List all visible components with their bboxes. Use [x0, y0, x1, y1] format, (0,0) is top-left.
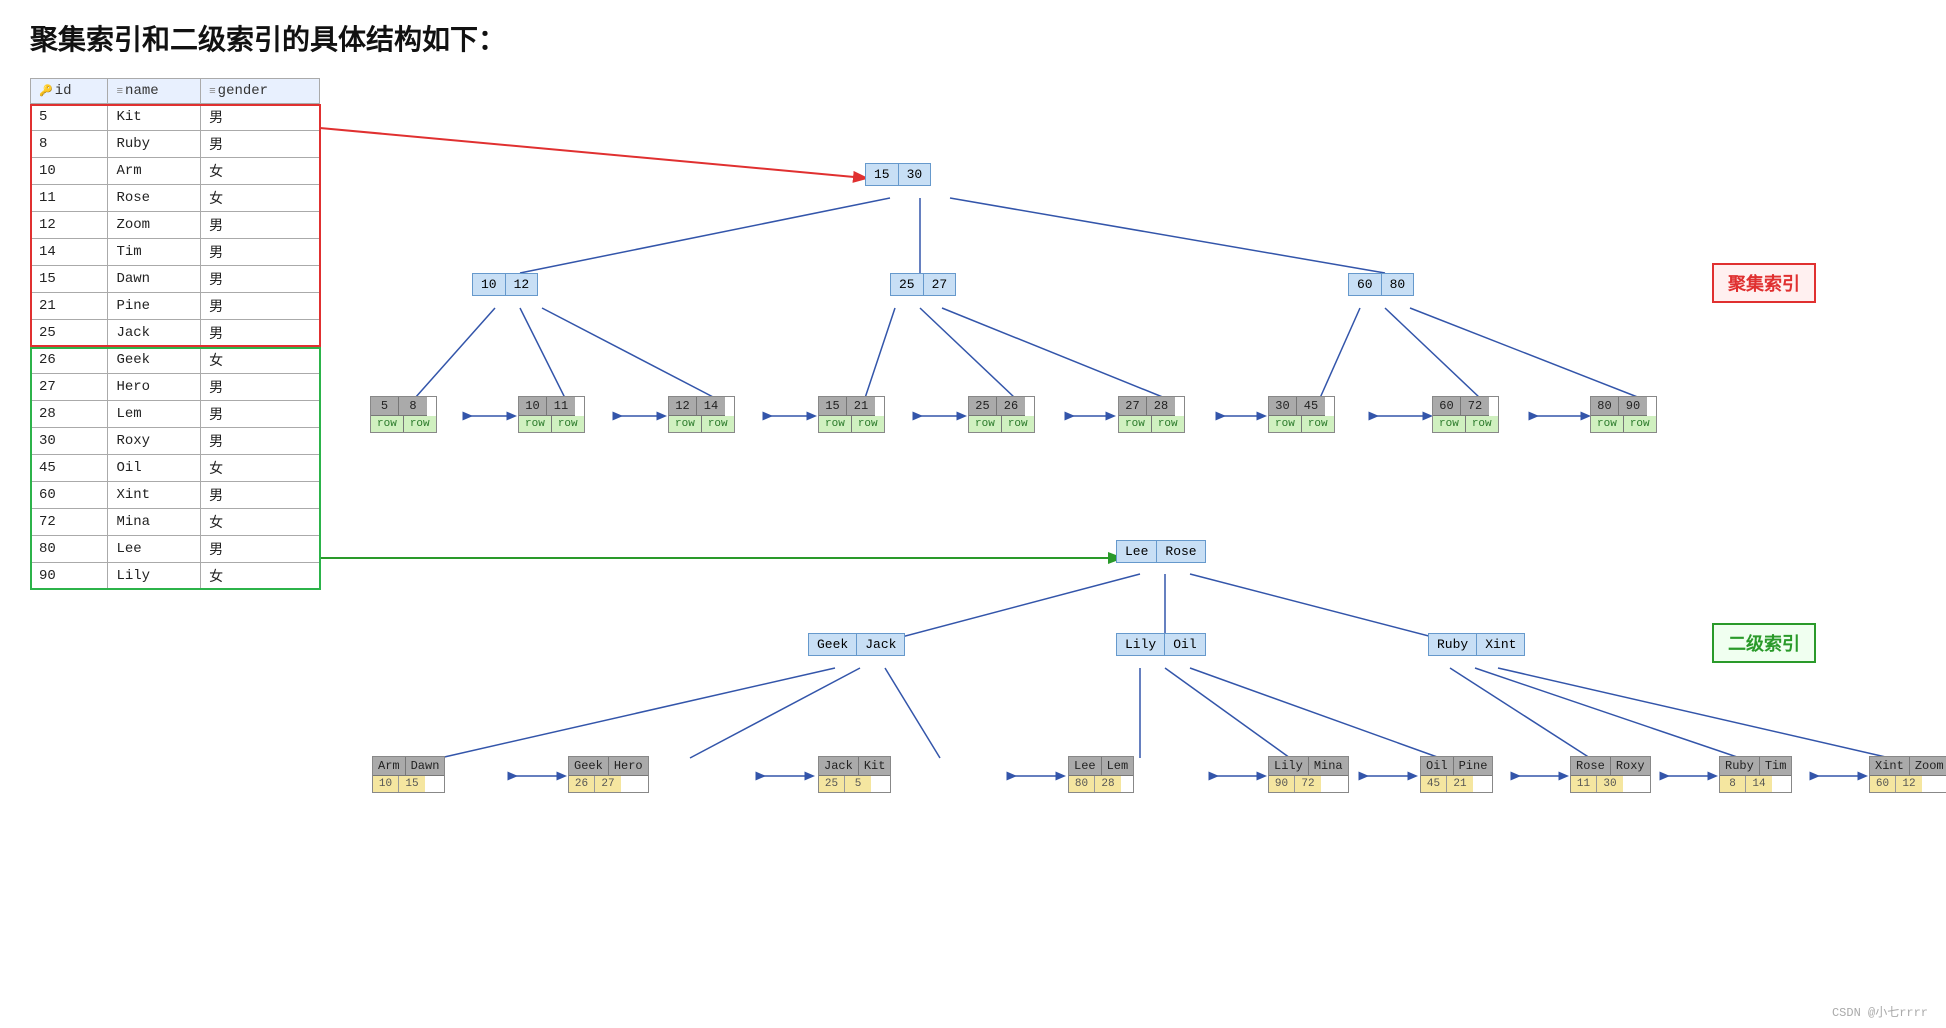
table-cell: 女 [201, 509, 320, 536]
table-cell: 90 [31, 563, 108, 590]
secondary-leaf-0: Arm Dawn 10 15 [372, 756, 445, 793]
table-cell: Lem [108, 401, 201, 428]
table-cell: 男 [201, 374, 320, 401]
table-cell: 男 [201, 293, 320, 320]
diagram-area: 15 30 10 12 25 27 60 80 5 8 row row [320, 68, 1946, 1028]
table-cell: Zoom [108, 212, 201, 239]
table-cell: 10 [31, 158, 108, 185]
secondary-leaf-8: Xint Zoom 60 12 [1869, 756, 1946, 793]
clustered-l2-mid: 25 27 [890, 273, 956, 296]
secondary-leaf-5: Oil Pine 45 21 [1420, 756, 1493, 793]
col-name-header: ≡name [108, 79, 201, 104]
table-cell: 14 [31, 239, 108, 266]
secondary-label: 二级索引 [1712, 623, 1816, 663]
table-cell: Geek [108, 347, 201, 374]
clustered-l2-left: 10 12 [472, 273, 538, 296]
table-cell: 男 [201, 104, 320, 131]
table-cell: Lily [108, 563, 201, 590]
table-cell: 女 [201, 563, 320, 590]
secondary-leaf-1: Geek Hero 26 27 [568, 756, 649, 793]
col-gender-header: ≡gender [201, 79, 320, 104]
table-cell: Jack [108, 320, 201, 347]
secondary-leaf-2: Jack Kit 25 5 [818, 756, 891, 793]
data-table-section: 🔑id ≡name ≡gender 5Kit男8Ruby男10Arm女11Ros… [30, 78, 320, 1028]
secondary-leaf-6: Rose Roxy 11 30 [1570, 756, 1651, 793]
table-cell: 男 [201, 131, 320, 158]
watermark: CSDN @小七rrrr [1832, 1003, 1928, 1020]
table-cell: 80 [31, 536, 108, 563]
clustered-leaf-2: 12 14 row row [668, 396, 735, 433]
table-cell: Oil [108, 455, 201, 482]
clustered-root-node: 15 30 [865, 163, 931, 186]
secondary-l2-left: Geek Jack [808, 633, 905, 656]
table-cell: Ruby [108, 131, 201, 158]
table-cell: Lee [108, 536, 201, 563]
table-cell: Kit [108, 104, 201, 131]
clustered-leaf-7: 60 72 row row [1432, 396, 1499, 433]
table-cell: Rose [108, 185, 201, 212]
table-cell: 男 [201, 212, 320, 239]
table-cell: Xint [108, 482, 201, 509]
table-cell: 5 [31, 104, 108, 131]
table-cell: 男 [201, 401, 320, 428]
table-cell: 男 [201, 536, 320, 563]
page-title: 聚集索引和二级索引的具体结构如下： [0, 0, 1946, 68]
table-cell: 30 [31, 428, 108, 455]
secondary-root-node: Lee Rose [1116, 540, 1206, 563]
table-cell: 72 [31, 509, 108, 536]
clustered-leaf-4: 25 26 row row [968, 396, 1035, 433]
secondary-leaf-7: Ruby Tim 8 14 [1719, 756, 1792, 793]
clustered-leaf-3: 15 21 row row [818, 396, 885, 433]
table-cell: 男 [201, 428, 320, 455]
clustered-root-cell-1: 15 [866, 164, 899, 185]
table-cell: 女 [201, 185, 320, 212]
table-cell: 25 [31, 320, 108, 347]
table-cell: Arm [108, 158, 201, 185]
table-cell: 男 [201, 482, 320, 509]
clustered-leaf-1: 10 11 row row [518, 396, 585, 433]
table-cell: 女 [201, 347, 320, 374]
table-cell: 21 [31, 293, 108, 320]
table-cell: 12 [31, 212, 108, 239]
clustered-l2-right: 60 80 [1348, 273, 1414, 296]
table-cell: Mina [108, 509, 201, 536]
table-cell: Roxy [108, 428, 201, 455]
table-cell: 男 [201, 266, 320, 293]
table-cell: 11 [31, 185, 108, 212]
table-cell: Hero [108, 374, 201, 401]
data-table: 🔑id ≡name ≡gender 5Kit男8Ruby男10Arm女11Ros… [30, 78, 320, 590]
table-cell: 男 [201, 320, 320, 347]
table-cell: Dawn [108, 266, 201, 293]
clustered-root-cell-2: 30 [899, 164, 931, 185]
table-cell: 60 [31, 482, 108, 509]
secondary-leaf-4: Lily Mina 90 72 [1268, 756, 1349, 793]
secondary-l2-mid: Lily Oil [1116, 633, 1206, 656]
table-cell: 28 [31, 401, 108, 428]
table-cell: 8 [31, 131, 108, 158]
secondary-leaf-3: Lee Lem 80 28 [1068, 756, 1134, 793]
table-cell: 男 [201, 239, 320, 266]
col-id-header: 🔑id [31, 79, 108, 104]
table-cell: 27 [31, 374, 108, 401]
table-cell: 15 [31, 266, 108, 293]
table-cell: 女 [201, 455, 320, 482]
clustered-leaf-0: 5 8 row row [370, 396, 437, 433]
secondary-l2-right: Ruby Xint [1428, 633, 1525, 656]
table-cell: 26 [31, 347, 108, 374]
table-cell: Tim [108, 239, 201, 266]
clustered-label: 聚集索引 [1712, 263, 1816, 303]
table-cell: 45 [31, 455, 108, 482]
clustered-leaf-6: 30 45 row row [1268, 396, 1335, 433]
clustered-leaf-8: 80 90 row row [1590, 396, 1657, 433]
table-cell: Pine [108, 293, 201, 320]
table-cell: 女 [201, 158, 320, 185]
clustered-leaf-5: 27 28 row row [1118, 396, 1185, 433]
